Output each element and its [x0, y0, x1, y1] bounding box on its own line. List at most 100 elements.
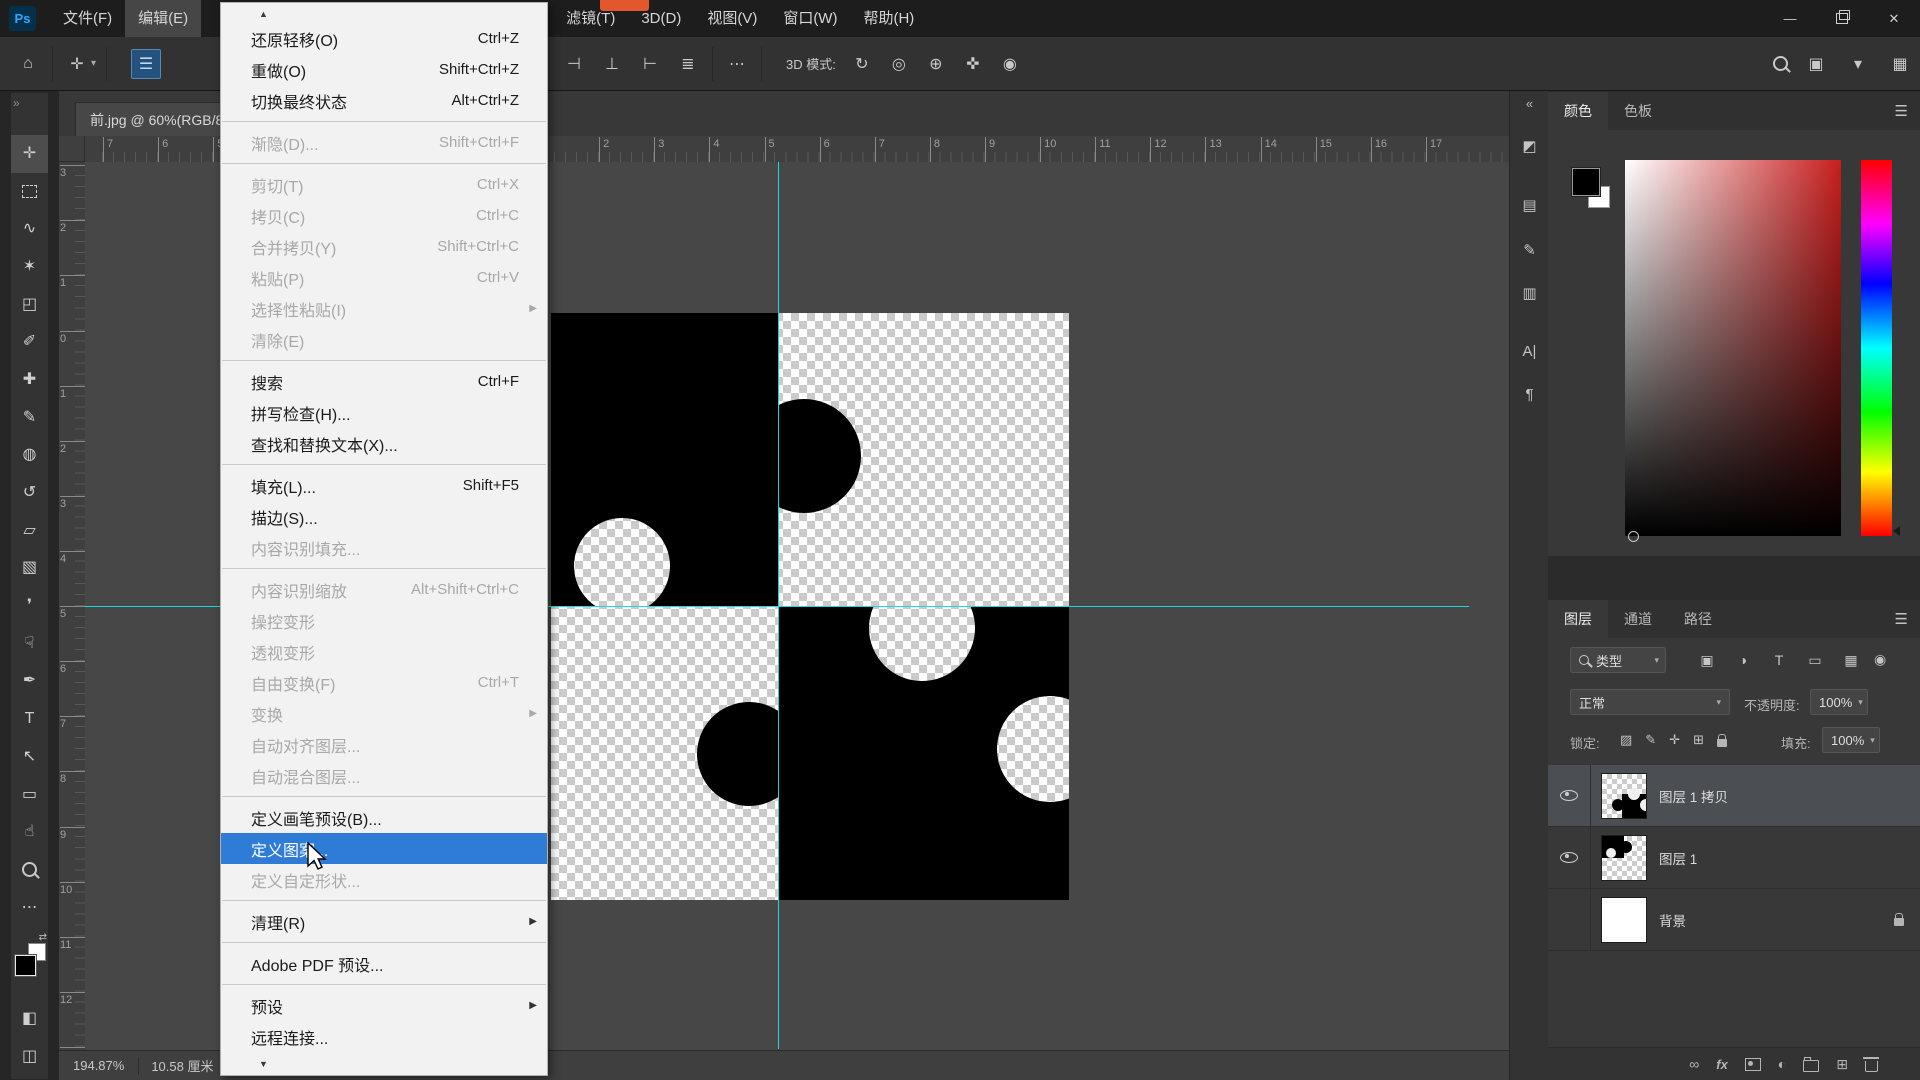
3d-roll-icon[interactable]: ◎ — [885, 48, 913, 80]
menu-item[interactable]: 自动对齐图层... — [221, 729, 547, 760]
grid-view-icon[interactable]: ▦ — [1886, 48, 1914, 80]
workspace-icon[interactable]: ▣ — [1802, 48, 1830, 80]
color-gradient-field[interactable] — [1625, 160, 1841, 536]
fill-select[interactable]: 100% ▾ — [1822, 727, 1880, 753]
menu-item[interactable]: 剪切(T)Ctrl+X — [221, 169, 547, 200]
collapse-panels-icon[interactable]: « — [1510, 96, 1549, 111]
menu-scroll-up-icon[interactable]: ▲ — [221, 5, 547, 23]
menu-item[interactable]: 操控变形 — [221, 605, 547, 636]
lock-pixels-icon[interactable]: ✎ — [1645, 732, 1656, 748]
tool-caret-icon[interactable]: ▾ — [91, 58, 96, 69]
eraser-tool[interactable]: ▱ — [11, 512, 48, 550]
layer-filter-type[interactable]: 类型 ▾ — [1570, 647, 1666, 673]
shape-tool[interactable]: ▭ — [11, 776, 48, 814]
character-panel-icon[interactable]: A| — [1510, 343, 1549, 360]
minimize-button[interactable]: — — [1764, 0, 1816, 37]
menu-item[interactable]: 重做(O)Shift+Ctrl+Z — [221, 54, 547, 85]
ruler-left[interactable]: 321012345678910111213 — [59, 162, 86, 1051]
smudge-tool[interactable]: ☟ — [11, 625, 48, 663]
link-layers-icon[interactable]: ∞ — [1689, 1056, 1699, 1072]
menu-item[interactable]: 变换▶ — [221, 698, 547, 729]
menu-item[interactable]: 内容识别缩放Alt+Shift+Ctrl+C — [221, 574, 547, 605]
foreground-color-swatch[interactable] — [15, 955, 36, 976]
menu-item[interactable]: 描边(S)... — [221, 501, 547, 532]
brush-tool[interactable]: ✎ — [11, 399, 48, 437]
visibility-toggle[interactable] — [1548, 889, 1591, 950]
menu-item[interactable]: 合并拷贝(Y)Shift+Ctrl+C — [221, 231, 547, 262]
layer-style-icon[interactable]: fx — [1716, 1057, 1728, 1072]
menu-item[interactable]: 还原轻移(O)Ctrl+Z — [221, 23, 547, 54]
delete-layer-icon[interactable] — [1865, 1061, 1878, 1072]
layer-mask-icon[interactable] — [1745, 1058, 1761, 1071]
quick-selection-tool[interactable]: ✶ — [11, 248, 48, 286]
brush-settings-panel-icon[interactable]: ✎ — [1510, 241, 1549, 259]
clone-source-panel-icon[interactable]: ▥ — [1510, 284, 1549, 302]
chevron-down-icon[interactable]: ▾ — [1844, 48, 1872, 80]
new-layer-icon[interactable]: ⊞ — [1836, 1056, 1848, 1073]
menu-item[interactable]: 透视变形 — [221, 636, 547, 667]
paragraph-panel-icon[interactable]: ¶ — [1510, 386, 1549, 403]
menubar-item[interactable]: 文件(F) — [50, 0, 125, 37]
more-options-icon[interactable]: ⋯ — [723, 48, 751, 80]
layer-row[interactable]: 图层 1 — [1548, 827, 1920, 889]
menu-item[interactable]: 拷贝(C)Ctrl+C — [221, 200, 547, 231]
layer-thumbnail[interactable] — [1601, 897, 1647, 943]
rectangular-marquee-tool[interactable] — [11, 173, 48, 211]
quick-mask-button[interactable]: ◧ — [11, 1000, 48, 1038]
menu-scroll-down-icon[interactable]: ▼ — [221, 1055, 547, 1073]
menu-item[interactable]: 切换最终状态Alt+Ctrl+Z — [221, 85, 547, 116]
menu-item[interactable]: 查找和替换文本(X)... — [221, 428, 547, 459]
filter-pixel-layers-icon[interactable]: ▣ — [1694, 647, 1720, 673]
3d-orbit-icon[interactable]: ↻ — [848, 48, 876, 80]
restore-button[interactable] — [1816, 0, 1868, 37]
3d-slide-icon[interactable]: ✜ — [959, 48, 987, 80]
pen-tool[interactable]: ✒ — [11, 663, 48, 701]
menu-item[interactable]: 清理(R)▶ — [221, 906, 547, 937]
zoom-tool[interactable] — [11, 851, 48, 889]
3d-camera-icon[interactable]: ◉ — [996, 48, 1024, 80]
menu-item[interactable]: 定义图案... — [221, 833, 547, 864]
hue-slider[interactable] — [1861, 160, 1892, 536]
menubar-item[interactable]: 视图(V) — [694, 0, 770, 37]
tab-channels[interactable]: 通道 — [1608, 600, 1668, 638]
edit-toolbar-icon[interactable]: ⋯ — [11, 889, 48, 927]
new-group-icon[interactable] — [1803, 1060, 1819, 1072]
history-brush-tool[interactable]: ↺ — [11, 474, 48, 512]
menubar-item[interactable]: 窗口(W) — [770, 0, 850, 37]
menu-item[interactable]: 拼写检查(H)... — [221, 397, 547, 428]
current-tool-icon[interactable]: ✛ — [63, 48, 91, 80]
filter-toggle-icon[interactable]: ◉ — [1874, 651, 1886, 668]
filter-shape-layers-icon[interactable]: ▭ — [1802, 647, 1828, 673]
lock-artboard-icon[interactable]: ⊞ — [1693, 732, 1704, 748]
menu-item[interactable]: 定义画笔预设(B)... — [221, 802, 547, 833]
tool-preset-icon[interactable]: ☰ — [131, 49, 161, 79]
opacity-select[interactable]: 100% ▾ — [1810, 689, 1868, 715]
lock-all-icon[interactable] — [1717, 739, 1727, 747]
adjustment-layer-icon[interactable]: ◐ — [1778, 1056, 1786, 1072]
crop-tool[interactable]: ◰ — [11, 286, 48, 324]
swap-colors-icon[interactable]: ⇄ — [39, 932, 47, 943]
align-center-icon[interactable]: ⊥ — [598, 48, 626, 80]
filter-type-layers-icon[interactable]: T — [1766, 647, 1792, 673]
layer-row[interactable]: 图层 1 拷贝 — [1548, 765, 1920, 827]
align-right-icon[interactable]: ⊢ — [636, 48, 664, 80]
filter-smart-objects-icon[interactable]: ▦ — [1838, 647, 1864, 673]
tab-layers[interactable]: 图层 — [1548, 600, 1608, 638]
menu-item[interactable]: 预设▶ — [221, 990, 547, 1021]
healing-brush-tool[interactable]: ✚ — [11, 361, 48, 399]
screen-mode-button[interactable]: ◫ — [11, 1038, 48, 1076]
color-marker[interactable] — [1628, 531, 1639, 542]
search-icon[interactable] — [1773, 56, 1788, 71]
path-selection-tool[interactable]: ↖ — [11, 738, 48, 776]
lock-position-icon[interactable]: ✛ — [1669, 732, 1680, 748]
layer-thumbnail[interactable] — [1601, 835, 1647, 881]
home-icon[interactable]: ⌂ — [14, 48, 42, 80]
type-tool[interactable]: T — [11, 700, 48, 738]
menu-item[interactable]: 填充(L)...Shift+F5 — [221, 470, 547, 501]
blur-tool[interactable]: ❜ — [11, 587, 48, 625]
move-tool[interactable]: ✛ — [11, 135, 48, 173]
close-button[interactable]: ✕ — [1868, 0, 1920, 37]
clone-stamp-tool[interactable]: ◍ — [11, 437, 48, 475]
align-left-icon[interactable]: ⊣ — [560, 48, 588, 80]
layer-row[interactable]: 背景 — [1548, 889, 1920, 951]
